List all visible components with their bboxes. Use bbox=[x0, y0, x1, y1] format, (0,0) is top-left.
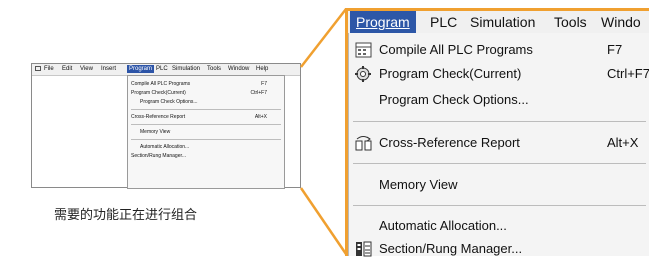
program-check-icon bbox=[355, 66, 371, 82]
menu-item-shortcut: Ctrl+F7 bbox=[607, 66, 649, 81]
menu-window[interactable]: Windo bbox=[601, 11, 641, 33]
zoom-menubar: Program PLC Simulation Tools Windo bbox=[348, 11, 649, 34]
menu-item-program-check[interactable]: Program Check(Current) Ctrl+F7 bbox=[349, 62, 649, 86]
menu-item-compile[interactable]: Compile All PLC Programs F7 bbox=[349, 38, 649, 62]
zoomed-menu-frame: Program PLC Simulation Tools Windo Compi… bbox=[345, 8, 649, 257]
menu-item-auto-allocation[interactable]: Automatic Allocation... bbox=[349, 214, 649, 238]
menu-separator bbox=[353, 163, 646, 164]
menu-program[interactable]: Program bbox=[350, 11, 416, 33]
menu-item-shortcut: Alt+X bbox=[607, 135, 639, 150]
compile-icon bbox=[355, 42, 372, 58]
menu-separator bbox=[353, 121, 646, 122]
menu-item-label: Compile All PLC Programs bbox=[379, 42, 533, 57]
menu-item-check-options[interactable]: Program Check Options... bbox=[349, 88, 649, 112]
menu-tools[interactable]: Tools bbox=[554, 11, 587, 33]
menu-simulation[interactable]: Simulation bbox=[470, 11, 535, 33]
menu-item-shortcut: F7 bbox=[607, 42, 623, 57]
menu-item-cross-reference[interactable]: Cross-Reference Report Alt+X bbox=[349, 131, 649, 155]
section-manager-icon bbox=[356, 241, 372, 257]
menu-item-label: Cross-Reference Report bbox=[379, 135, 520, 150]
menu-item-label: Automatic Allocation... bbox=[379, 218, 507, 233]
program-menu: Compile All PLC Programs F7 Program Chec… bbox=[348, 33, 649, 257]
menu-item-label: Memory View bbox=[379, 177, 458, 192]
cross-reference-icon bbox=[355, 136, 372, 151]
menu-item-section-manager[interactable]: Section/Rung Manager... bbox=[349, 237, 649, 261]
menu-separator bbox=[353, 205, 646, 206]
menu-item-memory-view[interactable]: Memory View bbox=[349, 173, 649, 197]
menu-item-label: Program Check(Current) bbox=[379, 66, 522, 81]
menu-plc[interactable]: PLC bbox=[430, 11, 457, 33]
menu-item-label: Section/Rung Manager... bbox=[379, 241, 523, 256]
menu-item-label: Program Check Options... bbox=[379, 92, 529, 107]
